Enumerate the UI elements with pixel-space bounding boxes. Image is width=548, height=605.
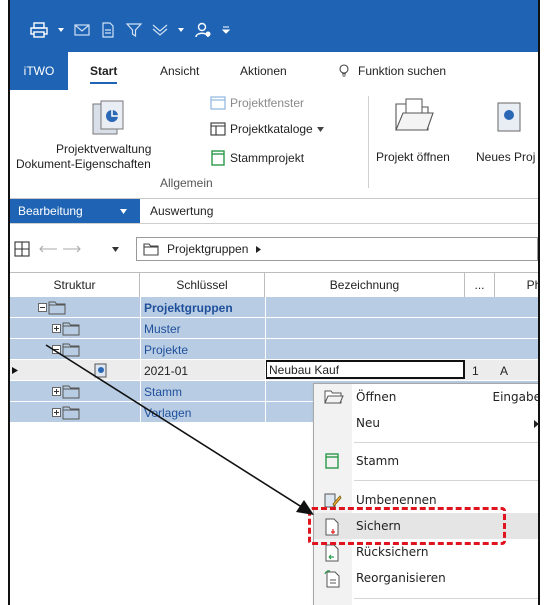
annotation-arrow: [45, 344, 314, 515]
